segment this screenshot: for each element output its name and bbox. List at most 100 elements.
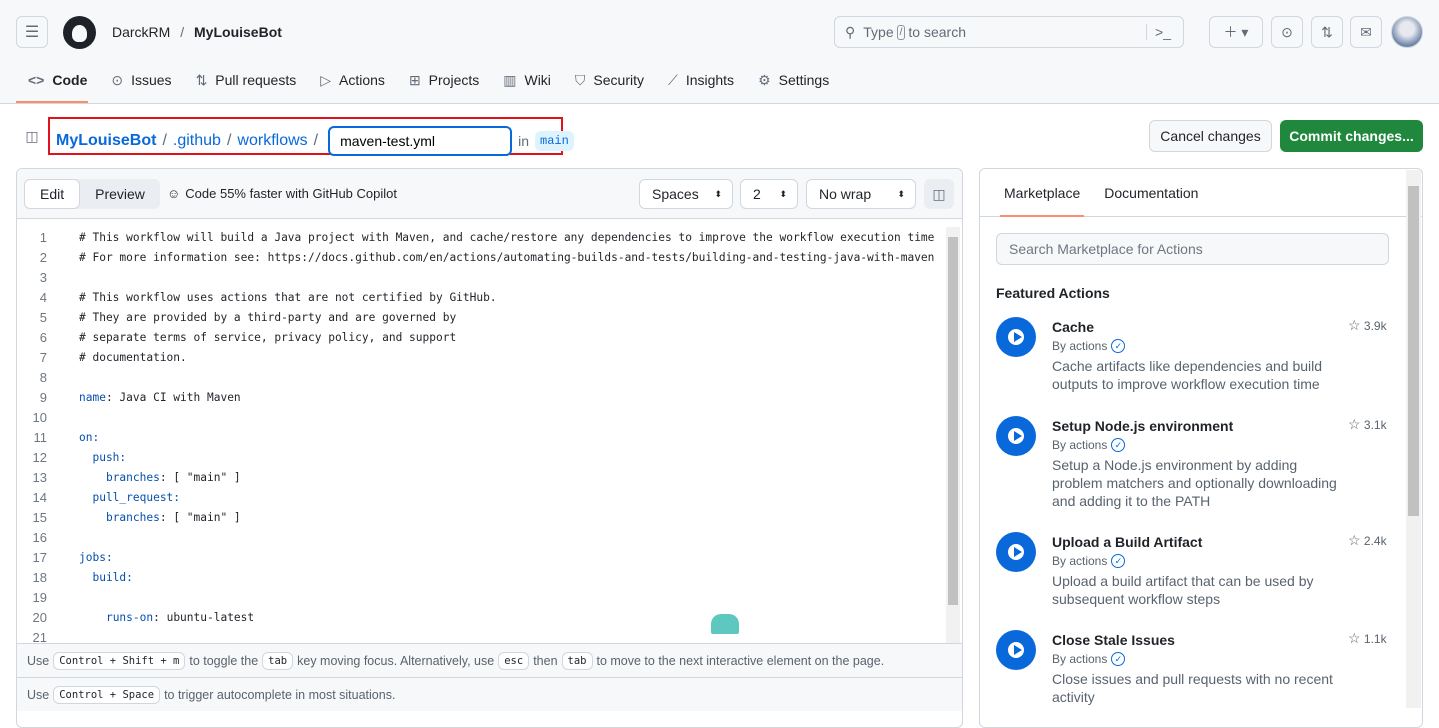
owner-link[interactable]: DarckRM: [112, 24, 170, 40]
edit-preview-toggle: Edit Preview: [24, 179, 160, 209]
book-icon: ▥: [503, 71, 517, 88]
tab-security[interactable]: ⛉ Security: [563, 64, 656, 96]
line-content: runs-on: ubuntu-latest: [105, 610, 255, 624]
search-icon: ⚲: [845, 23, 856, 40]
create-new-button[interactable]: ＋ ▾: [1209, 16, 1263, 48]
action-play-icon: [996, 317, 1036, 357]
line-number: 17: [32, 549, 47, 565]
line-number: 5: [39, 309, 47, 325]
path-workflows-link[interactable]: workflows: [237, 132, 307, 150]
path-repo-link[interactable]: MyLouiseBot: [56, 132, 156, 150]
code-line: 3: [17, 267, 947, 287]
code-line: 9 name: Java CI with Maven: [17, 387, 947, 407]
line-content: branches: [ "main" ]: [105, 510, 241, 524]
line-content: build:: [79, 570, 133, 584]
action-title[interactable]: Cache: [1052, 319, 1094, 335]
search-input[interactable]: ⚲ Type / to search >_: [834, 16, 1184, 48]
star-icon: ☆: [1348, 416, 1361, 432]
line-content: branches: [ "main" ]: [105, 470, 241, 484]
avatar[interactable]: [1391, 16, 1423, 48]
path-separator: /: [162, 132, 167, 149]
tab-wiki[interactable]: ▥ Wiki: [491, 64, 563, 96]
pull-requests-button[interactable]: ⇅: [1311, 16, 1343, 48]
issue-icon: ⊙: [111, 71, 124, 88]
line-number: 20: [32, 609, 47, 625]
scrollbar-thumb[interactable]: [948, 237, 958, 605]
copilot-promo[interactable]: ☺ Code 55% faster with GitHub Copilot: [167, 186, 397, 201]
indent-mode-select[interactable]: Spaces ⬍: [639, 179, 733, 209]
autocomplete-hint: Use Control + Space to trigger autocomplet…: [17, 677, 962, 711]
line-number: 16: [32, 529, 47, 545]
issue-icon: ⊙: [1281, 23, 1293, 40]
tab-actions[interactable]: ▷ Actions: [308, 64, 397, 96]
file-path-breadcrumb: MyLouiseBot / .github / workflows / in main: [56, 126, 574, 156]
star-count: ☆ 2.4k: [1348, 532, 1387, 548]
code-line: 10: [17, 407, 947, 427]
verified-icon: ✓: [1111, 554, 1126, 568]
commit-changes-button[interactable]: Commit changes...: [1280, 120, 1423, 152]
tab-code[interactable]: <> Code: [16, 64, 99, 96]
path-separator: /: [226, 132, 232, 149]
menu-button[interactable]: ☰: [16, 16, 48, 48]
verified-icon: ✓: [1111, 339, 1126, 353]
tab-documentation[interactable]: Documentation: [1092, 169, 1210, 216]
branch-badge[interactable]: main: [535, 131, 574, 151]
line-number: 11: [33, 429, 48, 445]
sidebar-tabs: Marketplace Documentation: [980, 169, 1422, 217]
line-number: 13: [32, 469, 47, 485]
tab-marketplace[interactable]: Marketplace: [992, 169, 1092, 217]
pull-request-icon: ⇅: [195, 71, 208, 88]
toggle-file-tree-button[interactable]: ◫: [20, 126, 44, 146]
star-icon: ☆: [1348, 630, 1361, 646]
line-number: 7: [39, 349, 47, 365]
action-title[interactable]: Close Stale Issues: [1052, 632, 1175, 648]
code-line: 8: [17, 367, 947, 387]
select-arrows-icon: ⬍: [779, 188, 787, 199]
line-number: 4: [39, 289, 47, 305]
line-number: 2: [39, 249, 47, 265]
line-content: # This workflow will build a Java projec…: [79, 230, 935, 244]
yaml-key: branches: [105, 510, 160, 524]
tab-pull-requests[interactable]: ⇅ Pull requests: [184, 64, 309, 96]
shield-icon: ⛉: [574, 71, 586, 88]
toggle-sidebar-button[interactable]: ◫: [924, 179, 954, 209]
marketplace-search-input[interactable]: Search Marketplace for Actions: [996, 233, 1389, 265]
verified-icon: ✓: [1111, 438, 1126, 452]
line-content: # They are provided by a third-party and…: [79, 310, 457, 324]
inbox-button[interactable]: ✉: [1350, 16, 1382, 48]
tab-issues[interactable]: ⊙ Issues: [99, 64, 183, 96]
editor-scrollbar[interactable]: [946, 227, 960, 647]
inbox-icon: ✉: [1360, 23, 1372, 40]
scrollbar-thumb[interactable]: [1408, 186, 1419, 516]
filename-input[interactable]: [328, 126, 513, 156]
code-lines[interactable]: 1 # This workflow will build a Java proje…: [17, 227, 947, 647]
sidebar-scrollbar[interactable]: [1406, 170, 1421, 708]
action-title[interactable]: Upload a Build Artifact: [1052, 534, 1202, 550]
tab-insights[interactable]: ⟋ Insights: [656, 64, 746, 96]
line-number: 8: [39, 369, 47, 385]
tab-preview[interactable]: Preview: [80, 179, 160, 209]
wrap-mode-select[interactable]: No wrap ⬍: [806, 179, 916, 209]
indent-size-select[interactable]: 2 ⬍: [740, 179, 798, 209]
issues-button[interactable]: ⊙: [1271, 16, 1303, 48]
tab-settings[interactable]: ⚙ Settings: [746, 64, 841, 96]
action-author: By actions ✓: [1052, 438, 1126, 452]
sidebar-expand-icon: ◫: [25, 127, 39, 144]
command-palette-icon[interactable]: >_: [1146, 24, 1171, 40]
yaml-key: runs-on: [105, 610, 154, 624]
line-content: name: Java CI with Maven: [79, 390, 241, 404]
repo-link[interactable]: MyLouiseBot: [194, 24, 282, 40]
tab-focus-hint: Use Control + Shift + m to toggle the tab ke…: [17, 643, 962, 677]
line-content: push:: [79, 450, 127, 464]
code-line: 15 branches: [ "main" ]: [17, 507, 947, 527]
star-count: ☆ 3.1k: [1348, 416, 1387, 432]
star-count: ☆ 3.9k: [1348, 317, 1387, 333]
code-line: 2 # For more information see: https://doc…: [17, 247, 947, 267]
cancel-changes-button[interactable]: Cancel changes: [1149, 120, 1272, 152]
path-github-link[interactable]: .github: [173, 132, 221, 150]
action-title[interactable]: Setup Node.js environment: [1052, 418, 1233, 434]
tab-projects[interactable]: ⊞ Projects: [397, 64, 491, 96]
tab-edit[interactable]: Edit: [24, 179, 81, 209]
cursor-mascot-icon: [711, 614, 739, 634]
github-logo-icon[interactable]: [63, 16, 96, 49]
